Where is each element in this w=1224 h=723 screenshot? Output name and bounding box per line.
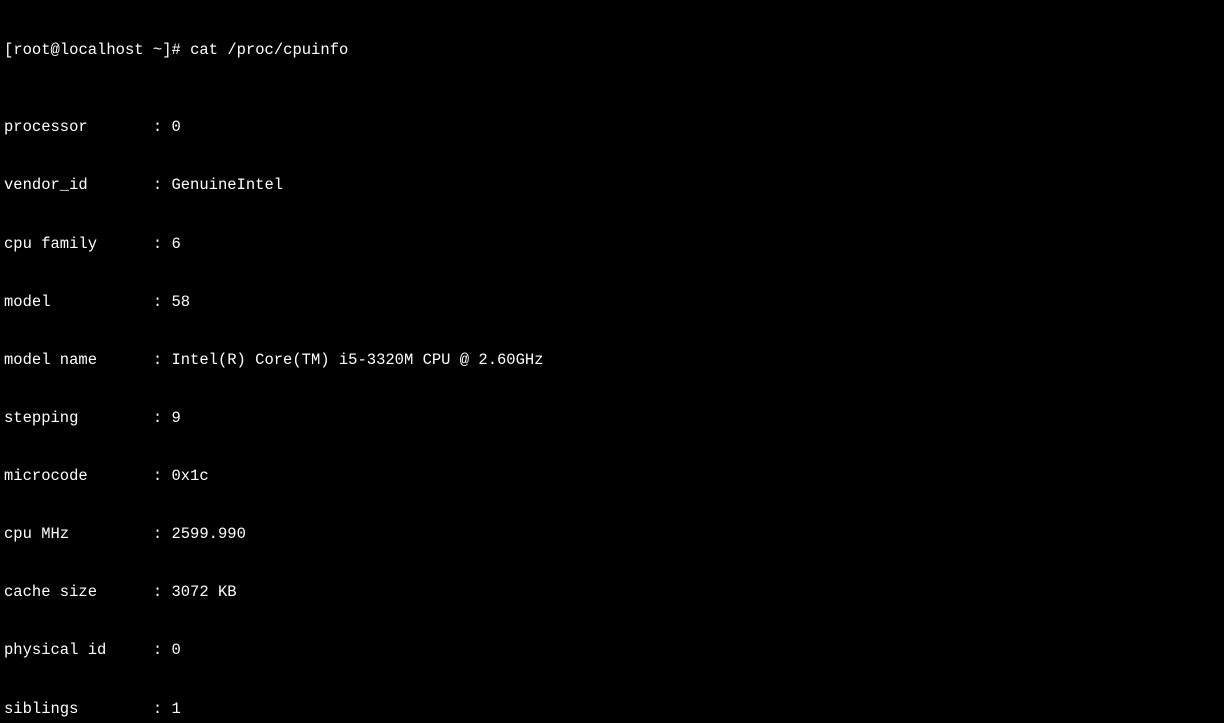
value-cache-size: 3072 KB (171, 583, 236, 601)
row-physical-id: physical id : 0 (4, 641, 1220, 660)
entered-command: cat /proc/cpuinfo (190, 41, 348, 59)
prompt-at: @ (51, 41, 60, 59)
sep: : (106, 641, 171, 659)
value-physical-id: 0 (171, 641, 180, 659)
sep: : (88, 118, 172, 136)
sep: : (78, 700, 171, 718)
label-cache-size: cache size (4, 583, 97, 601)
sep: : (97, 235, 171, 253)
value-cpu-mhz: 2599.990 (171, 525, 245, 543)
label-model-name: model name (4, 351, 97, 369)
value-processor: 0 (171, 118, 180, 136)
row-microcode: microcode : 0x1c (4, 467, 1220, 486)
row-model-name: model name : Intel(R) Core(TM) i5-3320M … (4, 351, 1220, 370)
value-model-name: Intel(R) Core(TM) i5-3320M CPU @ 2.60GHz (171, 351, 543, 369)
row-stepping: stepping : 9 (4, 409, 1220, 428)
prompt-cwd: ~ (153, 41, 162, 59)
label-stepping: stepping (4, 409, 78, 427)
prompt-open: [ (4, 41, 13, 59)
sep: : (69, 525, 171, 543)
row-processor: processor : 0 (4, 118, 1220, 137)
row-cache-size: cache size : 3072 KB (4, 583, 1220, 602)
prompt-host: localhost (60, 41, 144, 59)
row-vendor-id: vendor_id : GenuineIntel (4, 176, 1220, 195)
label-vendor-id: vendor_id (4, 176, 88, 194)
prompt-user: root (13, 41, 50, 59)
label-physical-id: physical id (4, 641, 106, 659)
prompt-close: ] (162, 41, 171, 59)
prompt-symbol: # (172, 41, 181, 59)
sep: : (97, 351, 171, 369)
row-cpu-mhz: cpu MHz : 2599.990 (4, 525, 1220, 544)
label-processor: processor (4, 118, 88, 136)
label-cpu-family: cpu family (4, 235, 97, 253)
label-model: model (4, 293, 51, 311)
terminal[interactable]: [root@localhost ~]# cat /proc/cpuinfo pr… (0, 0, 1224, 723)
label-cpu-mhz: cpu MHz (4, 525, 69, 543)
value-siblings: 1 (171, 700, 180, 718)
value-microcode: 0x1c (171, 467, 208, 485)
value-stepping: 9 (171, 409, 180, 427)
sep: : (97, 583, 171, 601)
label-siblings: siblings (4, 700, 78, 718)
value-vendor-id: GenuineIntel (171, 176, 283, 194)
row-model: model : 58 (4, 293, 1220, 312)
value-model: 58 (171, 293, 190, 311)
prompt-line-1: [root@localhost ~]# cat /proc/cpuinfo (4, 41, 1220, 60)
sep: : (51, 293, 172, 311)
row-siblings: siblings : 1 (4, 700, 1220, 719)
value-cpu-family: 6 (171, 235, 180, 253)
sep: : (88, 176, 172, 194)
sep: : (78, 409, 171, 427)
label-microcode: microcode (4, 467, 88, 485)
row-cpu-family: cpu family : 6 (4, 235, 1220, 254)
sep: : (88, 467, 172, 485)
